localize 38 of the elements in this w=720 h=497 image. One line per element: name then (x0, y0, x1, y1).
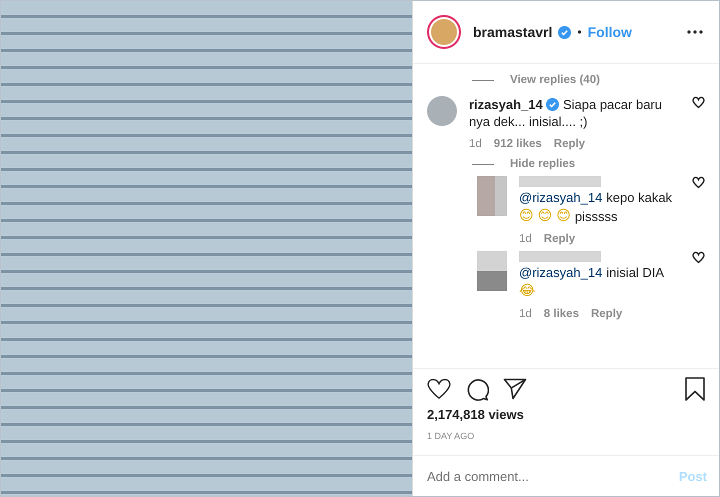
likes-link[interactable]: 8 likes (544, 308, 579, 320)
comment-time: 1d (469, 138, 482, 150)
emoji: 😂 (519, 283, 536, 300)
reply-link[interactable]: Reply (554, 138, 586, 150)
follow-link[interactable]: Follow (588, 24, 632, 40)
reply-text: kepo kakak (606, 189, 672, 206)
comment-time: 1d (519, 233, 532, 245)
like-heart-icon[interactable] (692, 251, 705, 264)
like-heart-icon[interactable] (427, 377, 451, 401)
separator-dot: • (577, 25, 582, 39)
blurred-avatar (477, 251, 507, 291)
likes-link[interactable]: 912 likes (494, 138, 542, 150)
reply-text: inisial DIA (606, 264, 664, 281)
blurred-avatar (477, 176, 507, 216)
reply-link[interactable]: Reply (590, 308, 622, 320)
profile-avatar[interactable] (427, 15, 461, 49)
mention-link[interactable]: @rizasyah_14 (519, 189, 602, 206)
reply-link[interactable]: Reply (544, 233, 576, 245)
like-heart-icon[interactable] (692, 96, 705, 109)
like-heart-icon[interactable] (692, 176, 705, 189)
bookmark-icon[interactable] (685, 377, 705, 401)
view-count: 2,174,818 views (427, 407, 525, 422)
emoji: 😊 (556, 208, 571, 225)
mention-link[interactable]: @rizasyah_14 (519, 264, 602, 281)
post-time: 1 DAY AGO (427, 431, 476, 441)
emoji: 😊 (519, 208, 534, 225)
comment-text: rizasyah_14 Siapa pacar baru nya dek... inisial.... ;) (469, 96, 663, 130)
reply-text: pisssss (574, 208, 618, 225)
commenter-avatar (427, 96, 457, 126)
emoji: 😊 (538, 208, 552, 225)
replies-toggle-link[interactable]: View replies (40) (510, 74, 600, 86)
username[interactable]: bramastavrl (473, 24, 552, 40)
comment-input-field[interactable]: Add a comment... (425, 468, 679, 484)
more-options-icon (687, 30, 703, 34)
comment-time: 1d (519, 308, 532, 320)
paper-plane-icon[interactable] (503, 377, 527, 401)
comment-bubble-icon[interactable] (465, 377, 489, 401)
replies-toggle-link[interactable]: Hide replies (510, 158, 576, 170)
